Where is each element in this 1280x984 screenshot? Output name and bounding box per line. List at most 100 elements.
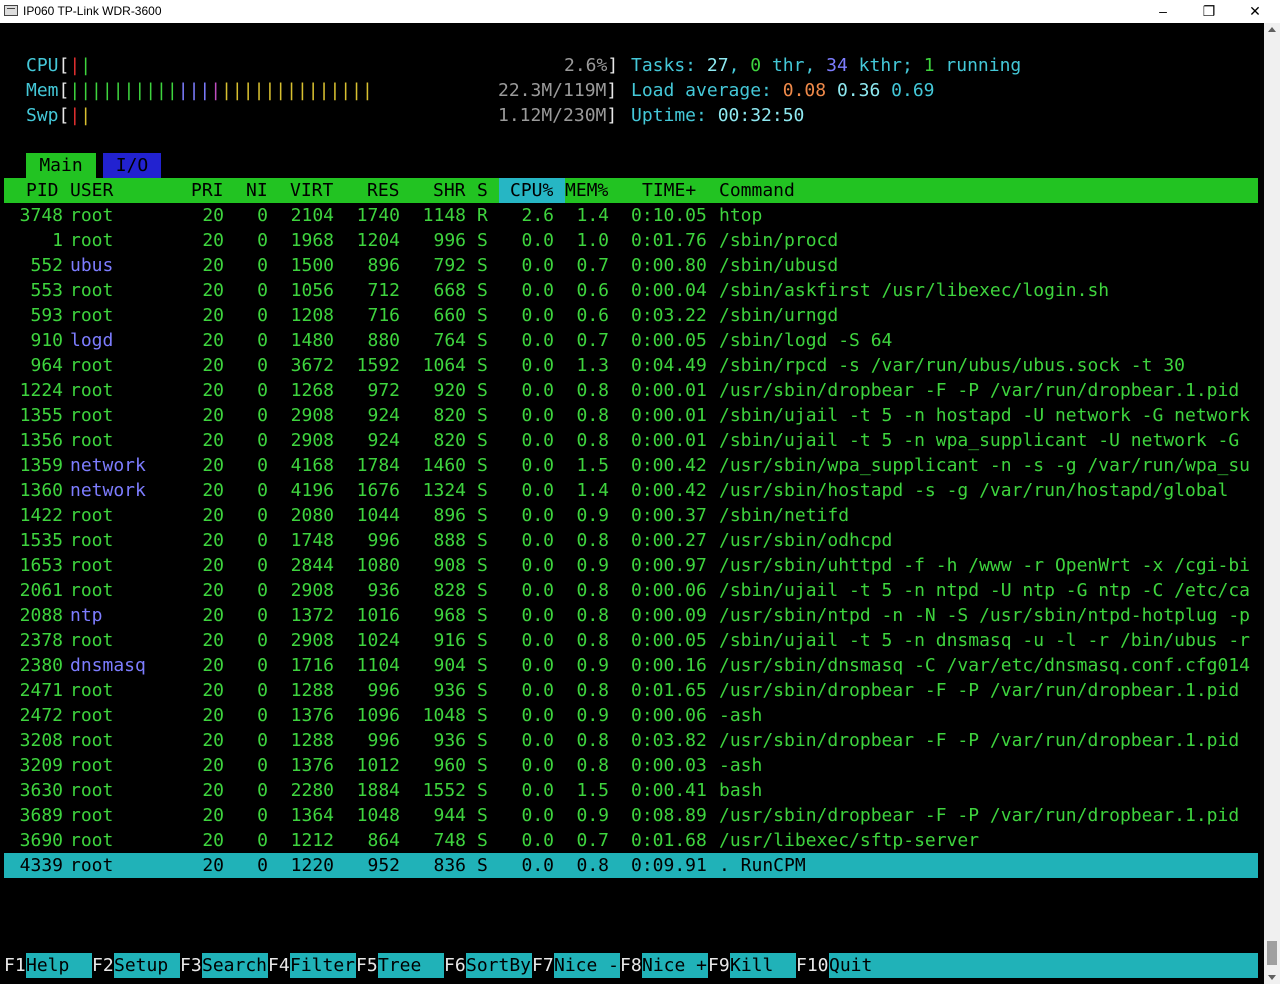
mem-cell: 0.8 bbox=[576, 605, 609, 626]
fkey-f1-key[interactable]: F1 bbox=[4, 953, 26, 978]
pid-cell: 1355 bbox=[19, 405, 63, 426]
process-row[interactable]: 3630 root 20 0 2280 1884 1552 S 0.0 1.5 0:00.41 bas… bbox=[4, 778, 1258, 803]
process-row[interactable]: 2088 ntp 20 0 1372 1016 968 S 0.0 0.8 0:00.09/usr/… bbox=[4, 603, 1258, 628]
priority-cell: 20 bbox=[202, 730, 224, 751]
fkey-f4-key[interactable]: F4 bbox=[268, 953, 290, 978]
res-cell: 896 bbox=[367, 255, 400, 276]
fkey-search-button[interactable]: Search bbox=[202, 953, 268, 978]
pid-cell: 1422 bbox=[19, 505, 63, 526]
column-header-command[interactable]: Command bbox=[719, 178, 795, 203]
scroll-up-icon[interactable] bbox=[1268, 27, 1276, 32]
state-cell: S bbox=[477, 805, 488, 826]
column-header-cpu[interactable]: CPU% bbox=[499, 178, 565, 203]
user-cell: root bbox=[70, 855, 114, 876]
fkey-kill-button[interactable]: Kill bbox=[730, 953, 796, 978]
fkey-f10-key[interactable]: F10 bbox=[796, 953, 829, 978]
process-row[interactable]: 2472 root 20 0 1376 1096 1048 S 0.0 0.9 0:00.06 -as… bbox=[4, 703, 1258, 728]
mem-cell: 0.9 bbox=[576, 805, 609, 826]
virt-cell: 1376 bbox=[290, 755, 334, 776]
process-row[interactable]: 593 root 20 0 1208 716 660 S 0.0 0.6 0:03.22/sbin/… bbox=[4, 303, 1258, 328]
process-row[interactable]: 964 root 20 0 3672 1592 1064 S 0.0 1.3 0:04.49/sbi… bbox=[4, 353, 1258, 378]
fkey-nice-button[interactable]: Nice + bbox=[642, 953, 708, 978]
fkey-f3-key[interactable]: F3 bbox=[180, 953, 202, 978]
priority-cell: 20 bbox=[202, 655, 224, 676]
column-header-pri[interactable]: PRI bbox=[191, 178, 224, 203]
close-icon[interactable]: ✕ bbox=[1232, 0, 1278, 23]
virt-cell: 1212 bbox=[290, 830, 334, 851]
cpu-cell: 0.0 bbox=[521, 730, 554, 751]
shr-cell: 944 bbox=[433, 805, 466, 826]
process-row[interactable]: 2061 root 20 0 2908 936 828 S 0.0 0.8 0:00.06/sbin… bbox=[4, 578, 1258, 603]
tab-io[interactable]: I/O bbox=[103, 153, 161, 178]
fkey-sortby-button[interactable]: SortBy bbox=[466, 953, 532, 978]
process-row[interactable]: 2380 dnsmasq 20 0 1716 1104 904 S 0.0 0.9 0:00.16 /… bbox=[4, 653, 1258, 678]
process-row[interactable]: 553 root 20 0 1056 712 668 S 0.0 0.6 0:00.04/sbin/… bbox=[4, 278, 1258, 303]
column-header-res[interactable]: RES bbox=[367, 178, 400, 203]
priority-cell: 20 bbox=[202, 780, 224, 801]
process-row[interactable]: 3208 root 20 0 1288 996 936 S 0.0 0.8 0:03.82/usr/… bbox=[4, 728, 1258, 753]
process-row[interactable]: 910 logd 20 0 1480 880 764 S 0.0 0.7 0:00.05/sbin/… bbox=[4, 328, 1258, 353]
user-cell: root bbox=[70, 680, 114, 701]
tab-main[interactable]: Main bbox=[26, 153, 96, 178]
process-row[interactable]: 3748 root 20 0 2104 1740 1148 R 2.6 1.4 0:10.05 hto… bbox=[4, 203, 1258, 228]
state-cell: S bbox=[477, 830, 488, 851]
fkey-help-button[interactable]: Help bbox=[26, 953, 92, 978]
restore-icon[interactable]: ❐ bbox=[1186, 0, 1232, 23]
process-row[interactable]: 1360 network 20 0 4196 1676 1324 S 0.0 1.4 0:00.42… bbox=[4, 478, 1258, 503]
process-row[interactable]: 3690 root 20 0 1212 864 748 S 0.0 0.7 0:01.68/usr/… bbox=[4, 828, 1258, 853]
column-header-mem[interactable]: MEM% bbox=[565, 178, 608, 203]
terminal-screen[interactable]: CPU[|| 2.6%] Mem[|||||||||||||||||||||||… bbox=[4, 23, 1264, 984]
fkey-tree-button[interactable]: Tree bbox=[378, 953, 444, 978]
process-row[interactable]: 3209 root 20 0 1376 1012 960 S 0.0 0.8 0:00.03 -ash bbox=[4, 753, 1258, 778]
column-header-ni[interactable]: NI bbox=[246, 178, 268, 203]
pid-cell: 1535 bbox=[19, 530, 63, 551]
nice-cell: 0 bbox=[257, 780, 268, 801]
fkey-nice-button[interactable]: Nice - bbox=[554, 953, 620, 978]
process-row[interactable]: 1359 network 20 0 4168 1784 1460 S 0.0 1.5 0:00.42… bbox=[4, 453, 1258, 478]
minimize-icon[interactable]: – bbox=[1140, 0, 1186, 23]
nice-cell: 0 bbox=[257, 430, 268, 451]
fkey-filter-button[interactable]: Filter bbox=[290, 953, 356, 978]
nice-cell: 0 bbox=[257, 705, 268, 726]
process-row[interactable]: 1535 root 20 0 1748 996 888 S 0.0 0.8 0:00.27/usr/… bbox=[4, 528, 1258, 553]
process-row[interactable]: 2471 root 20 0 1288 996 936 S 0.0 0.8 0:01.65/usr/… bbox=[4, 678, 1258, 703]
column-header-state[interactable]: S bbox=[477, 178, 488, 203]
process-row[interactable]: 3689 root 20 0 1364 1048 944 S 0.0 0.9 0:08.89/usr… bbox=[4, 803, 1258, 828]
load-average-meter: Load average: 0.08 0.36 0.69 bbox=[631, 80, 935, 101]
fkey-f2-key[interactable]: F2 bbox=[92, 953, 114, 978]
cpu-cell: 0.0 bbox=[521, 305, 554, 326]
column-header-pid[interactable]: PID bbox=[26, 178, 59, 203]
process-row[interactable]: 1356 root 20 0 2908 924 820 S 0.0 0.8 0:00.01/sbin… bbox=[4, 428, 1258, 453]
process-row[interactable]: 1 root 20 0 1968 1204 996 S 0.0 1.0 0:01.76/sbin/p… bbox=[4, 228, 1258, 253]
mem-cell: 0.9 bbox=[576, 555, 609, 576]
command-cell: /usr/sbin/dropbear -F -P /var/run/dropbe… bbox=[719, 680, 1240, 701]
process-row[interactable]: 2378 root 20 0 2908 1024 916 S 0.0 0.8 0:00.05/sbi… bbox=[4, 628, 1258, 653]
column-header-virt[interactable]: VIRT bbox=[290, 178, 333, 203]
fkey-quit-button[interactable]: Quit bbox=[829, 953, 1258, 978]
fkey-f7-key[interactable]: F7 bbox=[532, 953, 554, 978]
fkey-setup-button[interactable]: Setup bbox=[114, 953, 180, 978]
shr-cell: 996 bbox=[433, 230, 466, 251]
column-header-time[interactable]: TIME+ bbox=[642, 178, 696, 203]
scrollbar[interactable] bbox=[1264, 23, 1280, 984]
shr-cell: 792 bbox=[433, 255, 466, 276]
priority-cell: 20 bbox=[202, 605, 224, 626]
process-row-selected[interactable]: 4339 root 20 0 1220 952 836 S 0.0 0.8 0:09.91 . Run… bbox=[4, 853, 1258, 878]
process-row[interactable]: 1355 root 20 0 2908 924 820 S 0.0 0.8 0:00.01/sbin… bbox=[4, 403, 1258, 428]
fkey-f9-key[interactable]: F9 bbox=[708, 953, 730, 978]
scroll-down-icon[interactable] bbox=[1268, 975, 1276, 980]
process-row[interactable]: 552 ubus 20 0 1500 896 792 S 0.0 0.7 0:00.80/sbin/… bbox=[4, 253, 1258, 278]
process-row[interactable]: 1422 root 20 0 2080 1044 896 S 0.0 0.9 0:00.37/sbi… bbox=[4, 503, 1258, 528]
time-cell: 0:00.01 bbox=[631, 380, 707, 401]
command-cell: /sbin/ujail -t 5 -n ntpd -U ntp -G ntp -… bbox=[719, 580, 1251, 601]
fkey-f6-key[interactable]: F6 bbox=[444, 953, 466, 978]
column-header-shr[interactable]: SHR bbox=[433, 178, 466, 203]
column-header-user[interactable]: USER bbox=[70, 178, 113, 203]
fkey-f5-key[interactable]: F5 bbox=[356, 953, 378, 978]
cpu-cell: 0.0 bbox=[521, 805, 554, 826]
fkey-f8-key[interactable]: F8 bbox=[620, 953, 642, 978]
scrollbar-thumb[interactable] bbox=[1267, 941, 1277, 965]
process-row[interactable]: 1224 root 20 0 1268 972 920 S 0.0 0.8 0:00.01/usr/… bbox=[4, 378, 1258, 403]
process-row[interactable]: 1653 root 20 0 2844 1080 908 S 0.0 0.9 0:00.97/usr… bbox=[4, 553, 1258, 578]
mem-meter-label: Mem bbox=[26, 80, 59, 101]
